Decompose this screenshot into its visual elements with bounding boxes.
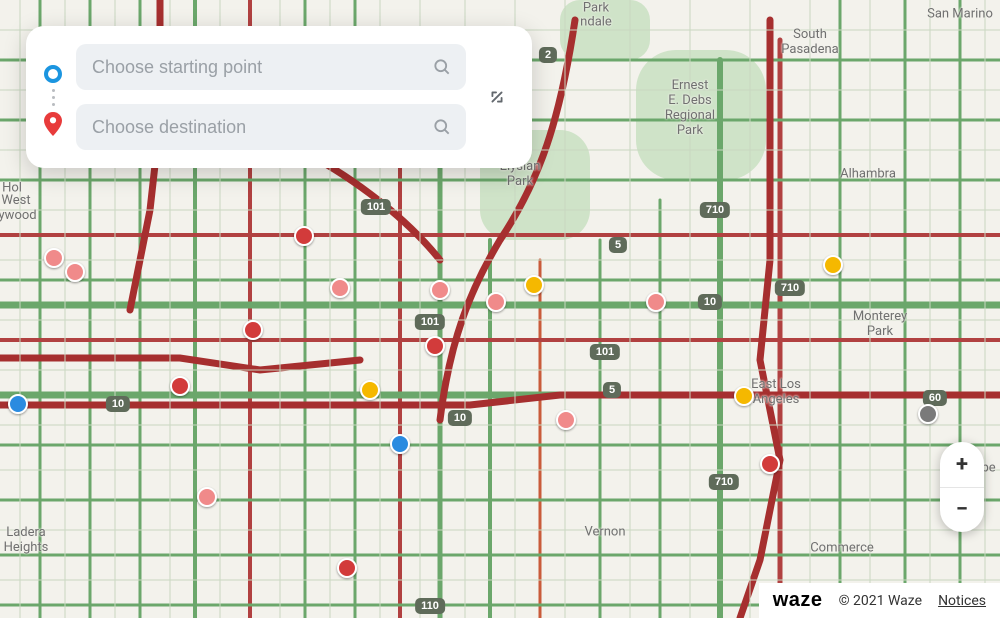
swap-route-button[interactable] <box>480 80 514 114</box>
attribution-bar: waze © 2021 Waze Notices <box>759 583 1000 618</box>
destination-pin-icon <box>44 112 62 136</box>
search-icon <box>432 57 452 77</box>
origin-icon <box>44 65 62 83</box>
route-endpoints-indicator <box>44 59 62 136</box>
route-inputs <box>76 44 466 150</box>
destination-row[interactable] <box>76 104 466 150</box>
copyright-text: © 2021 Waze <box>839 593 923 609</box>
directions-panel <box>26 26 532 168</box>
destination-input[interactable] <box>90 116 422 139</box>
waze-logo: waze <box>773 589 823 612</box>
search-icon <box>432 117 452 137</box>
starting-point-input[interactable] <box>90 56 422 79</box>
zoom-control: + − <box>940 442 984 532</box>
starting-point-row[interactable] <box>76 44 466 90</box>
zoom-out-button[interactable]: − <box>940 487 984 533</box>
notices-link[interactable]: Notices <box>938 593 986 609</box>
zoom-in-button[interactable]: + <box>940 442 984 487</box>
route-dots-icon <box>52 89 55 106</box>
